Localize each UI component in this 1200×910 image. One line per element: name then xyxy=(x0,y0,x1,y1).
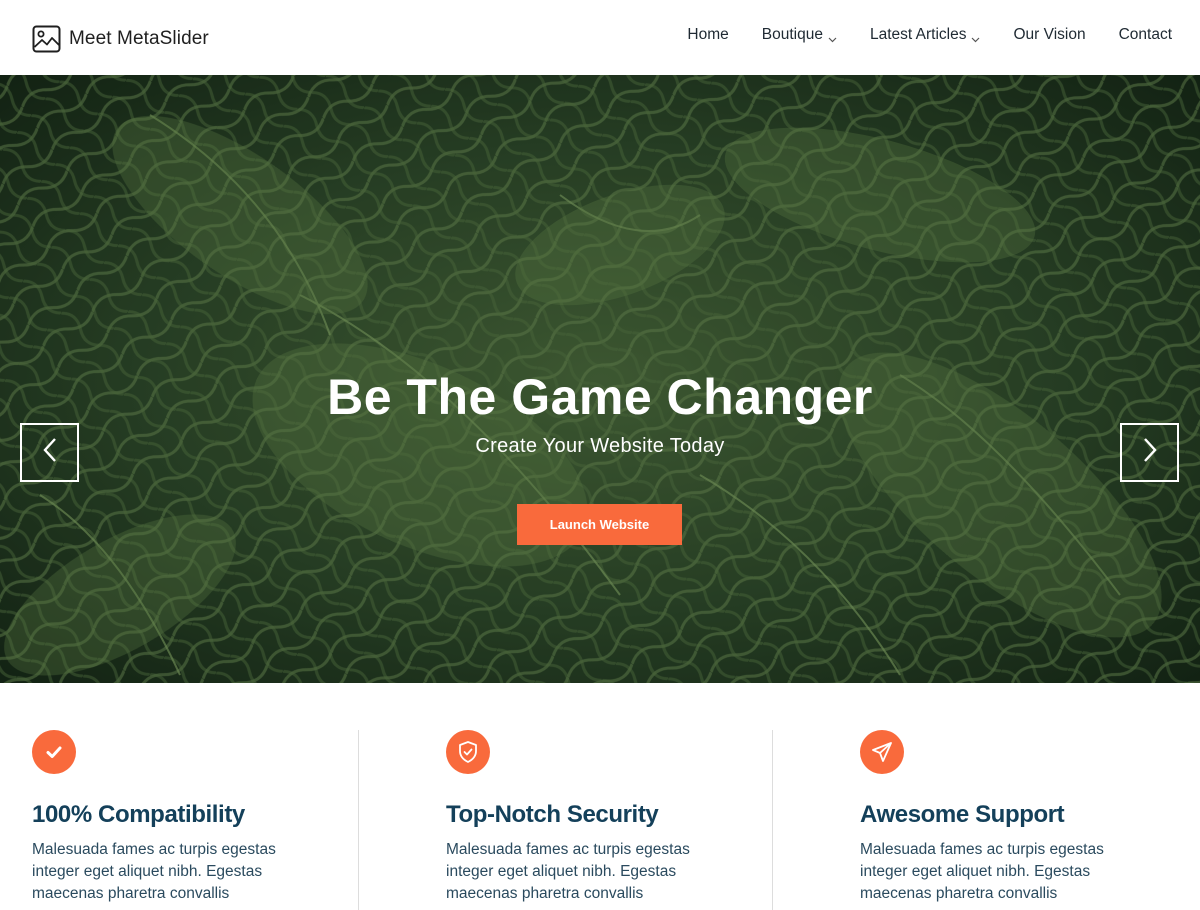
features-section: 100% Compatibility Malesuada fames ac tu… xyxy=(0,683,1200,910)
launch-website-button[interactable]: Launch Website xyxy=(517,504,682,545)
nav-item-label: Boutique xyxy=(761,26,823,43)
hero-subtitle: Create Your Website Today xyxy=(475,435,725,457)
nav-item-home[interactable]: Home xyxy=(687,26,728,44)
feature-divider xyxy=(772,730,773,910)
nav-item-label: Contact xyxy=(1118,26,1172,43)
next-slide-button[interactable] xyxy=(1120,423,1179,482)
feature-title: 100% Compatibility xyxy=(32,801,245,828)
feature-title: Awesome Support xyxy=(860,801,1065,828)
chevron-down-icon xyxy=(828,31,837,42)
nav-item-boutique[interactable]: Boutique xyxy=(762,26,837,44)
feature-text: Malesuada fames ac turpis egestas intege… xyxy=(860,841,1104,902)
feature-title: Top-Notch Security xyxy=(446,801,659,828)
brand-logo[interactable]: Meet MetaSlider xyxy=(32,25,209,53)
feature-compatibility: 100% Compatibility Malesuada fames ac tu… xyxy=(32,730,322,905)
nav-item-label: Latest Articles xyxy=(869,26,967,43)
hero-slider: Be The Game Changer Create Your Website … xyxy=(0,75,1200,683)
feature-divider xyxy=(358,730,359,910)
feature-text: Malesuada fames ac turpis egestas intege… xyxy=(446,841,690,902)
shield-check-icon xyxy=(446,730,490,774)
site-header: Meet MetaSlider Home Boutique Latest Art… xyxy=(0,0,1200,75)
chevron-down-icon xyxy=(971,31,980,42)
hero-title: Be The Game Changer xyxy=(327,369,873,425)
checkmark-icon xyxy=(32,730,76,774)
paper-plane-icon xyxy=(860,730,904,774)
nav-item-label: Home xyxy=(687,26,729,43)
brand-name: Meet MetaSlider xyxy=(69,28,209,49)
nav-item-our-vision[interactable]: Our Vision xyxy=(1013,26,1085,44)
nav-item-label: Our Vision xyxy=(1013,26,1086,43)
image-icon xyxy=(32,25,61,53)
nav-item-contact[interactable]: Contact xyxy=(1119,26,1172,44)
nav-item-latest-articles[interactable]: Latest Articles xyxy=(870,26,981,44)
feature-security: Top-Notch Security Malesuada fames ac tu… xyxy=(446,730,736,905)
feature-support: Awesome Support Malesuada fames ac turpi… xyxy=(860,730,1150,905)
main-nav: Home Boutique Latest Articles Our Vision… xyxy=(687,26,1172,44)
previous-slide-button[interactable] xyxy=(20,423,79,482)
feature-text: Malesuada fames ac turpis egestas intege… xyxy=(32,841,276,902)
chevron-right-icon xyxy=(1142,437,1158,468)
chevron-left-icon xyxy=(42,437,58,468)
